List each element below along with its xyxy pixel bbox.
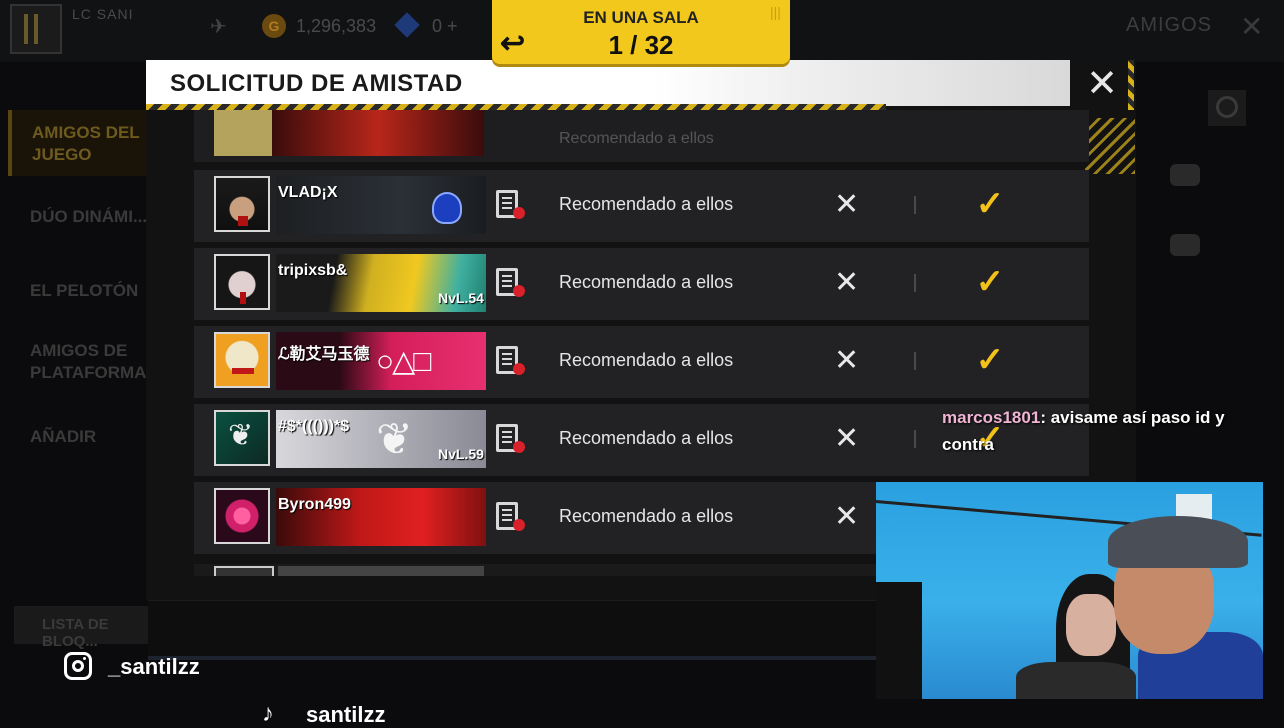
reject-button[interactable]: ✕ <box>834 188 859 222</box>
sidebar-item-plataforma[interactable]: AMIGOS DE PLATAFORMA <box>30 340 146 384</box>
room-title: EN UNA SALA <box>583 8 699 27</box>
profile-icon[interactable] <box>496 502 525 531</box>
profile-icon[interactable] <box>496 190 525 219</box>
tiktok-handle: santilzz <box>306 702 386 727</box>
dialog-title: SOLICITUD DE AMISTAD <box>170 70 463 97</box>
hazard-stripe <box>1085 118 1135 174</box>
avatar[interactable] <box>214 254 270 310</box>
room-player-count: 1 / 32 <box>608 30 674 60</box>
player-avatar[interactable] <box>10 4 62 54</box>
instagram-handle: _santilzz <box>108 654 200 679</box>
chat-username: marcos1801 <box>942 408 1041 427</box>
close-dialog-button[interactable]: ✕ <box>1084 64 1120 104</box>
shapes-icon: ○△□ <box>376 345 431 378</box>
avatar[interactable] <box>214 488 270 544</box>
sidebar-item-duo[interactable]: DÚO DINÁMI... <box>30 206 147 228</box>
avatar[interactable] <box>214 332 270 388</box>
reject-button[interactable]: ✕ <box>834 266 859 300</box>
room-banner[interactable]: ↩ EN UNA SALA 1 / 32 ||| <box>492 0 790 64</box>
accept-button[interactable]: ✓ <box>970 340 1010 380</box>
player-name: LC SANI <box>72 6 134 22</box>
profile-icon[interactable] <box>496 268 525 297</box>
bottom-bar <box>148 600 878 657</box>
player-name: tripixsb& <box>278 262 348 279</box>
sidebar-item-amigos-juego[interactable]: AMIGOS DEL JUEGO <box>8 110 152 176</box>
divider <box>148 656 878 660</box>
accept-button[interactable]: ✓ <box>970 184 1010 224</box>
webcam-feed <box>876 482 1263 699</box>
diamonds-value[interactable]: 0 + <box>432 16 458 37</box>
player-name: ℒ勒艾马玉德 <box>278 346 370 363</box>
player-name: Byron499 <box>278 496 351 513</box>
player-level: NvL.59 <box>438 446 484 462</box>
avatar <box>214 566 274 576</box>
divider <box>914 274 916 292</box>
avatar[interactable] <box>214 176 270 232</box>
reject-button[interactable]: ✕ <box>834 500 859 534</box>
accept-button[interactable]: ✓ <box>970 262 1010 302</box>
chat-message: marcos1801: avisame así paso id y contra <box>942 404 1252 458</box>
avatar[interactable] <box>214 410 270 466</box>
block-list-label: LISTA DE BLOQ... <box>42 616 109 650</box>
chat-icon[interactable] <box>1170 164 1200 186</box>
gold-coin-icon: G <box>262 14 286 38</box>
recommend-label: Recomendado a ellos <box>559 428 734 448</box>
plane-icon: ✈ <box>210 16 227 38</box>
divider <box>914 352 916 370</box>
chat-icon[interactable] <box>1170 234 1200 256</box>
tiktok-icon: ♪ <box>262 700 274 727</box>
player-level: NvL.54 <box>438 290 484 306</box>
wing-icon: ❦ <box>376 415 413 464</box>
recommend-label: Recomendado a ellos <box>559 506 734 526</box>
sidebar-item-label: AMIGOS DEL JUEGO <box>32 123 140 164</box>
divider <box>914 430 916 448</box>
player-name: VLAD¡X <box>278 184 338 201</box>
player-banner <box>278 566 484 576</box>
friend-request-row: tripixsb& NvL.54 Recomendado a ellos ✕ ✓ <box>194 248 1089 320</box>
block-list-button[interactable]: LISTA DE BLOQ... <box>14 606 150 650</box>
player-name: #$*((()))*$ <box>278 418 350 435</box>
close-icon[interactable]: ✕ <box>1240 10 1263 43</box>
player-banner <box>272 110 484 156</box>
recommend-label: Recomendado a ellos <box>559 194 734 214</box>
recommend-label: Recomendado a ellos <box>559 130 714 147</box>
sidebar-item-peloton[interactable]: EL PELOTÓN <box>30 280 138 302</box>
hazard-stripe <box>1128 60 1134 110</box>
recommend-label: Recomendado a ellos <box>559 272 734 292</box>
amigos-tab[interactable]: AMIGOS <box>1126 14 1212 37</box>
reject-button[interactable]: ✕ <box>834 422 859 456</box>
sidebar-item-anadir[interactable]: AÑADIR <box>30 426 96 448</box>
profile-icon[interactable] <box>496 346 525 375</box>
search-icon[interactable] <box>1208 90 1246 126</box>
profile-icon[interactable] <box>496 424 525 453</box>
avatar <box>214 110 272 156</box>
reject-button[interactable]: ✕ <box>834 344 859 378</box>
divider <box>914 196 916 214</box>
grip-icon: ||| <box>770 4 781 20</box>
friend-request-row: ○△□ ℒ勒艾马玉德 Recomendado a ellos ✕ ✓ <box>194 326 1089 398</box>
list-item: Recomendado a ellos <box>194 110 1089 162</box>
friend-request-row: VLAD¡X Recomendado a ellos ✕ ✓ <box>194 170 1089 242</box>
coins-value: 1,296,383 <box>296 16 377 36</box>
instagram-icon <box>64 652 92 680</box>
recommend-label: Recomendado a ellos <box>559 350 734 370</box>
rank-badge-icon <box>432 192 462 224</box>
